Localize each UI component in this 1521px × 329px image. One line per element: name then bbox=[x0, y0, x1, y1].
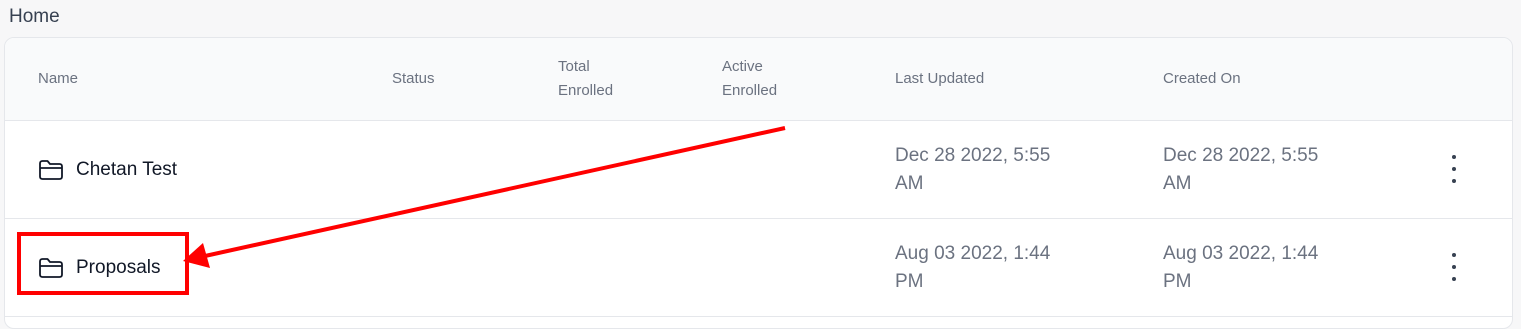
created-on-line1: Aug 03 2022, 1:44 bbox=[1163, 243, 1319, 264]
folder-name[interactable]: Proposals bbox=[76, 257, 161, 279]
header-status[interactable]: Status bbox=[392, 67, 435, 91]
created-on-cell: Aug 03 2022, 1:44 PM bbox=[1163, 240, 1363, 296]
folder-icon bbox=[39, 159, 63, 180]
header-total-enrolled-line2: Enrolled bbox=[558, 82, 614, 99]
last-updated-line2: AM bbox=[895, 173, 924, 194]
folder-name-cell[interactable]: Chetan Test bbox=[38, 121, 177, 218]
table-row[interactable]: Proposals Aug 03 2022, 1:44 PM Aug 03 20… bbox=[5, 219, 1512, 317]
created-on-line1: Dec 28 2022, 5:55 bbox=[1163, 145, 1319, 166]
last-updated-line1: Dec 28 2022, 5:55 bbox=[895, 145, 1051, 166]
table-row[interactable]: Chetan Test Dec 28 2022, 5:55 AM Dec 28 … bbox=[5, 121, 1512, 219]
folder-name-cell[interactable]: Proposals bbox=[38, 219, 161, 316]
more-options-icon[interactable] bbox=[1447, 253, 1461, 281]
more-options-icon[interactable] bbox=[1447, 155, 1461, 183]
header-created-on[interactable]: Created On bbox=[1163, 67, 1241, 91]
folder-name[interactable]: Chetan Test bbox=[76, 159, 177, 181]
created-on-line2: PM bbox=[1163, 271, 1192, 292]
header-name[interactable]: Name bbox=[38, 67, 78, 91]
header-total-enrolled[interactable]: Total Enrolled bbox=[558, 55, 613, 103]
header-total-enrolled-line1: Total bbox=[558, 58, 590, 75]
header-active-enrolled[interactable]: Active Enrolled bbox=[722, 55, 777, 103]
folder-icon bbox=[39, 257, 63, 278]
header-last-updated[interactable]: Last Updated bbox=[895, 67, 984, 91]
header-active-enrolled-line1: Active bbox=[722, 58, 763, 75]
last-updated-line2: PM bbox=[895, 271, 924, 292]
last-updated-line1: Aug 03 2022, 1:44 bbox=[895, 243, 1051, 264]
last-updated-cell: Aug 03 2022, 1:44 PM bbox=[895, 240, 1095, 296]
created-on-line2: AM bbox=[1163, 173, 1192, 194]
breadcrumb[interactable]: Home bbox=[9, 6, 60, 28]
table-header: Name Status Total Enrolled Active Enroll… bbox=[5, 38, 1512, 121]
folders-table: Name Status Total Enrolled Active Enroll… bbox=[4, 37, 1513, 329]
last-updated-cell: Dec 28 2022, 5:55 AM bbox=[895, 142, 1095, 198]
created-on-cell: Dec 28 2022, 5:55 AM bbox=[1163, 142, 1363, 198]
header-active-enrolled-line2: Enrolled bbox=[722, 82, 778, 99]
